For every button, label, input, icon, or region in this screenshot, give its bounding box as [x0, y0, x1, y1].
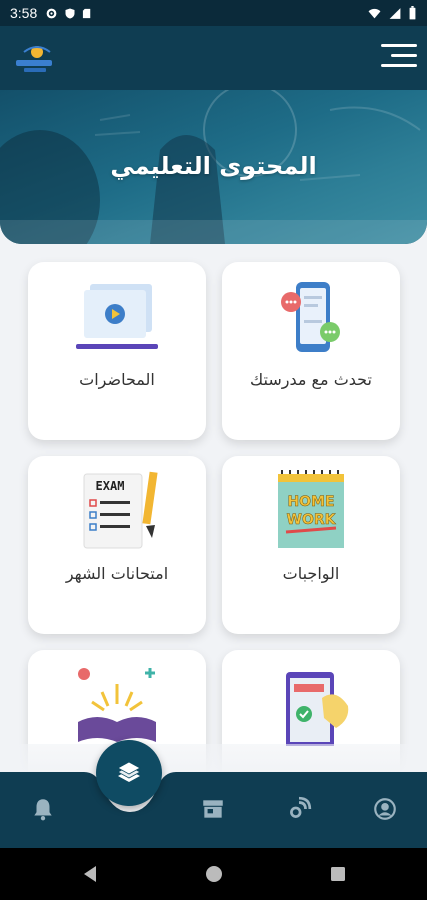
- books-stack-icon: [117, 762, 141, 782]
- exam-list-icon: EXAM: [83, 471, 158, 549]
- notification-bell-icon[interactable]: [30, 796, 56, 822]
- podcast-icon[interactable]: [286, 796, 312, 822]
- card-label: امتحانات الشهر: [65, 564, 169, 583]
- sd-card-icon: [83, 8, 91, 18]
- system-navigation-bar: [0, 848, 427, 900]
- status-bar: 3:58: [0, 0, 427, 26]
- signal-icon: [389, 7, 401, 19]
- app-logo-icon: [16, 46, 52, 72]
- app-bar: [0, 26, 427, 90]
- library-fab-button[interactable]: [96, 740, 162, 806]
- chat-phone-icon: [281, 282, 340, 352]
- open-book-icon: [78, 668, 156, 742]
- menu-button[interactable]: [381, 44, 417, 72]
- shield-icon: [65, 8, 75, 18]
- settings-gear-icon: [46, 8, 57, 18]
- video-lectures-icon: [76, 284, 158, 349]
- back-icon[interactable]: [78, 862, 102, 886]
- page-title: المحتوى التعليمي: [110, 152, 317, 180]
- store-icon[interactable]: [200, 796, 226, 822]
- battery-icon: [409, 6, 416, 20]
- card-chat-teacher[interactable]: تحدث مع مدرستك: [222, 262, 400, 440]
- home-icon[interactable]: [202, 862, 226, 886]
- menu-line: [381, 44, 417, 47]
- menu-line: [391, 54, 417, 57]
- card-label: الواجبات: [282, 564, 340, 583]
- card-monthly-exams[interactable]: EXAM امتحانات الشهر: [28, 456, 206, 634]
- card-label: تحدث مع مدرستك: [250, 370, 372, 389]
- menu-line: [381, 64, 417, 67]
- profile-icon[interactable]: [372, 796, 398, 822]
- svg-text:HOME: HOME: [287, 494, 334, 510]
- card-label: المحاضرات: [79, 370, 155, 389]
- svg-text:EXAM: EXAM: [96, 479, 125, 493]
- mobile-check-icon: [286, 672, 349, 746]
- wifi-icon: [368, 8, 381, 18]
- recents-icon[interactable]: [326, 862, 350, 886]
- status-time: 3:58: [10, 5, 38, 21]
- card-homework[interactable]: HOME WORK الواجبات: [222, 456, 400, 634]
- hero-banner: المحتوى التعليمي: [0, 90, 427, 244]
- card-lectures[interactable]: المحاضرات: [28, 262, 206, 440]
- svg-text:WORK: WORK: [287, 512, 337, 528]
- homework-notebook-icon: HOME WORK: [278, 470, 344, 548]
- scroll-fade: [0, 744, 427, 774]
